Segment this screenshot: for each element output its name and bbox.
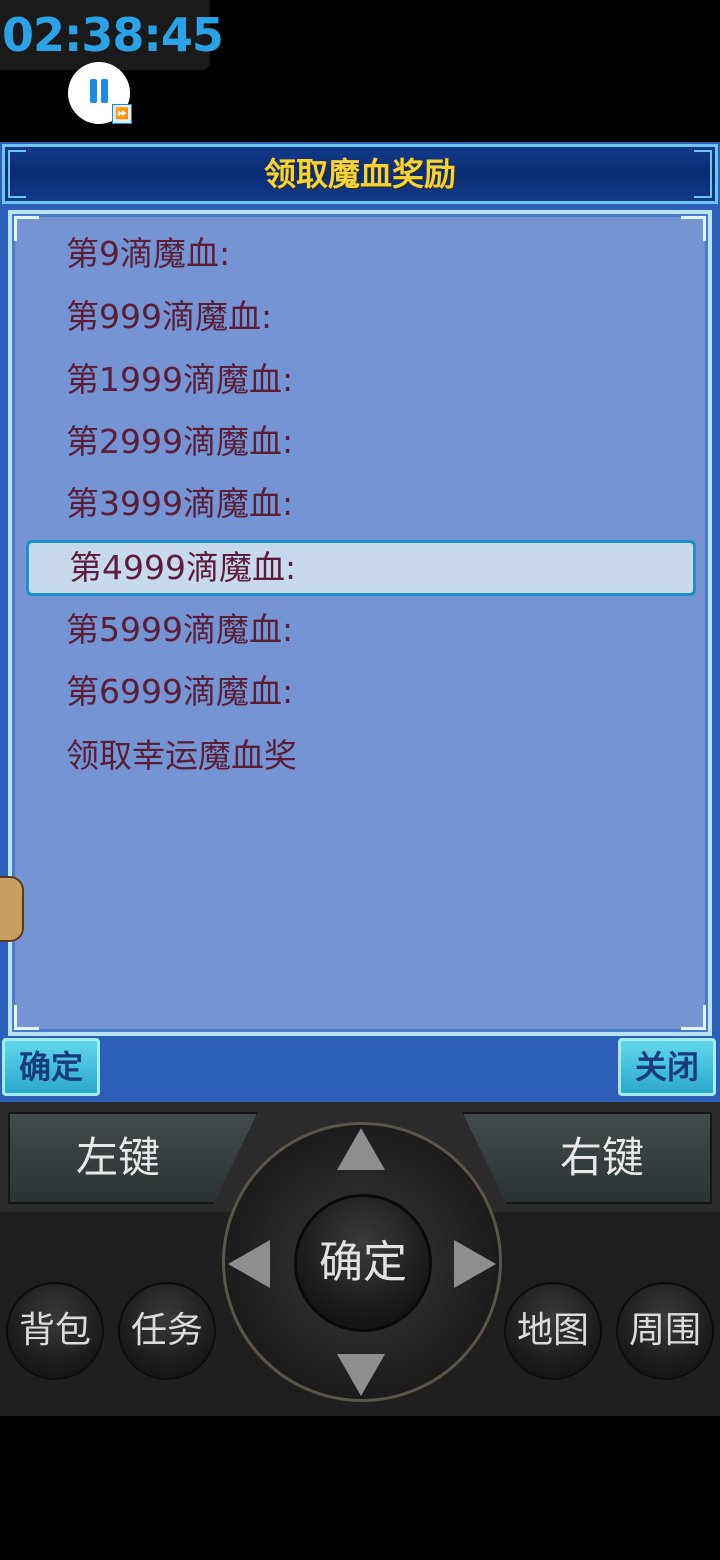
- reward-item-999[interactable]: 第999滴魔血:: [26, 289, 696, 345]
- reward-item-2999[interactable]: 第2999滴魔血:: [26, 414, 696, 470]
- dpad-left-icon[interactable]: [228, 1240, 270, 1288]
- corner-ornament: [14, 1005, 39, 1030]
- pause-icon: [90, 79, 108, 103]
- dialog-title: 领取魔血奖励: [263, 155, 456, 193]
- ok-button[interactable]: 确定: [294, 1194, 432, 1332]
- dpad-right-icon[interactable]: [454, 1240, 496, 1288]
- dialog-titlebar: 领取魔血奖励: [2, 144, 718, 204]
- dpad-up-icon[interactable]: [337, 1128, 385, 1170]
- elapsed-timer: 02:38:45: [0, 0, 224, 70]
- corner-ornament: [681, 1005, 706, 1030]
- reward-item-1999[interactable]: 第1999滴魔血:: [26, 352, 696, 408]
- dpad-down-icon[interactable]: [337, 1354, 385, 1396]
- bag-button[interactable]: 背包: [6, 1282, 104, 1380]
- nearby-button[interactable]: 周围: [616, 1282, 714, 1380]
- map-button[interactable]: 地图: [504, 1282, 602, 1380]
- task-button[interactable]: 任务: [118, 1282, 216, 1380]
- reward-item-5999[interactable]: 第5999滴魔血:: [26, 602, 696, 658]
- reward-list: 第9滴魔血: 第999滴魔血: 第1999滴魔血: 第2999滴魔血: 第399…: [8, 210, 712, 1036]
- mascot-icon[interactable]: [0, 876, 24, 942]
- reward-item-4999-selected[interactable]: 第4999滴魔血:: [26, 540, 696, 596]
- fast-forward-icon[interactable]: ⏩: [112, 104, 132, 124]
- reward-item-9[interactable]: 第9滴魔血:: [26, 226, 696, 282]
- reward-item-3999[interactable]: 第3999滴魔血:: [26, 476, 696, 532]
- virtual-gamepad: 左键 右键 确定 背包 任务 地图 周围: [0, 1102, 720, 1416]
- close-button[interactable]: 关闭: [618, 1038, 716, 1096]
- reward-item-6999[interactable]: 第6999滴魔血:: [26, 664, 696, 720]
- confirm-button[interactable]: 确定: [2, 1038, 100, 1096]
- lucky-reward-item[interactable]: 领取幸运魔血奖: [26, 728, 696, 784]
- reward-dialog: 领取魔血奖励 第9滴魔血: 第999滴魔血: 第1999滴魔血: 第2999滴魔…: [0, 142, 720, 1102]
